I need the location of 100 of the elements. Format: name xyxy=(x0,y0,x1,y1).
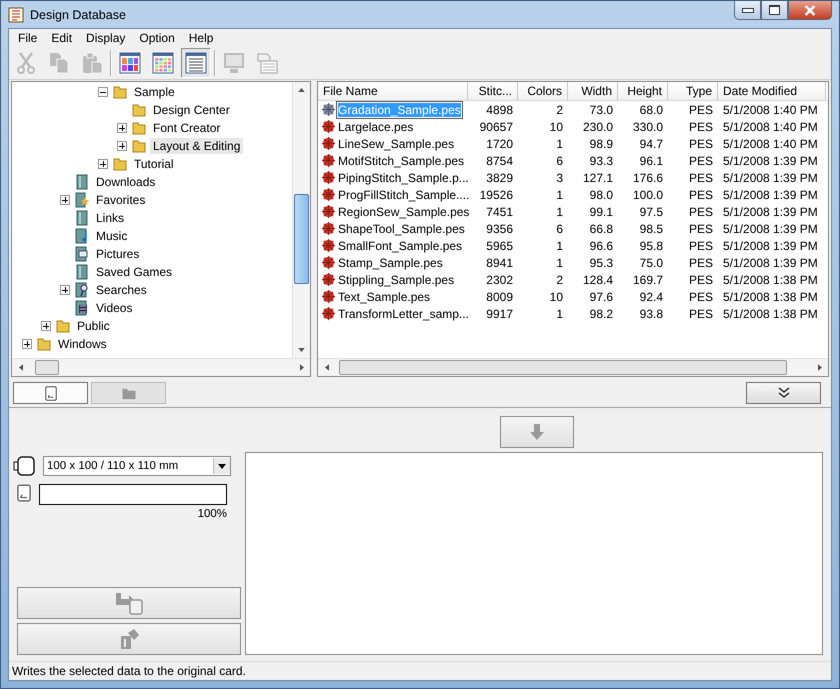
table-cell-text: 95.8 xyxy=(638,238,664,252)
file-name[interactable]: Stippling_Sample.pes xyxy=(338,272,454,286)
tree-item[interactable]: Favorites xyxy=(93,192,148,208)
horizontal-scrollbar[interactable] xyxy=(318,358,828,376)
horizontal-scrollbar[interactable] xyxy=(12,358,310,376)
table-cell-text: 19526 xyxy=(478,188,514,202)
menu-item[interactable]: Option xyxy=(132,31,182,45)
table-cell-text: 90657 xyxy=(478,120,514,134)
table-cell-text: 1 xyxy=(555,136,564,150)
scrollbar-thumb[interactable] xyxy=(35,360,59,375)
expand-icon[interactable] xyxy=(98,159,108,169)
table-cell-text: 2 xyxy=(555,102,564,116)
embroidery-file-icon xyxy=(321,238,336,253)
file-name[interactable]: Text_Sample.pes xyxy=(338,290,430,304)
tree-item[interactable]: Font Creator xyxy=(150,120,224,136)
file-name[interactable]: MotifStitch_Sample.pes xyxy=(338,154,464,168)
tree-item[interactable]: Design Center xyxy=(150,102,233,118)
table-cell-text: 2302 xyxy=(485,272,514,286)
column-header[interactable]: Date Modified xyxy=(718,82,826,100)
tree-item[interactable]: Pictures xyxy=(93,246,142,262)
expand-icon[interactable] xyxy=(60,285,70,295)
table-cell-text: 1 xyxy=(555,188,564,202)
paste-icon xyxy=(80,51,104,75)
file-name[interactable]: ShapeTool_Sample.pes xyxy=(338,222,465,236)
file-name[interactable]: RegionSew_Sample.pes xyxy=(338,204,470,218)
menu-item[interactable]: Help xyxy=(182,31,220,45)
folder-icon xyxy=(131,120,147,136)
expand-icon[interactable] xyxy=(60,195,70,205)
file-name[interactable]: TransformLetter_samp... xyxy=(338,306,469,320)
search-folder-icon xyxy=(74,282,90,298)
tree-item[interactable]: Searches xyxy=(93,282,150,298)
table-cell-text: PES xyxy=(688,222,714,236)
expand-icon[interactable] xyxy=(117,141,127,151)
table-cell-text: 5/1/2008 1:39 PM xyxy=(722,188,819,202)
tree-item[interactable]: Tutorial xyxy=(131,156,177,172)
table-cell-text: PES xyxy=(688,256,714,270)
table-cell-text: 1 xyxy=(555,306,564,320)
embroidery-file-icon xyxy=(321,170,336,185)
tree-item[interactable]: Saved Games xyxy=(93,264,176,280)
folder-icon xyxy=(112,84,128,100)
file-name[interactable]: Stamp_Sample.pes xyxy=(338,256,443,270)
tree-item[interactable]: Layout & Editing xyxy=(150,138,244,154)
folder-icon xyxy=(36,336,52,352)
table-cell-text: 75.0 xyxy=(638,256,664,270)
tree-item[interactable]: Sample xyxy=(131,84,178,100)
table-cell-text: 330.0 xyxy=(632,120,664,134)
table-cell-text: 176.6 xyxy=(632,170,664,184)
maximize-button[interactable] xyxy=(761,1,788,20)
column-header[interactable]: File Name xyxy=(318,82,468,100)
file-name[interactable]: Largelace.pes xyxy=(338,120,414,134)
toolbar-button[interactable] xyxy=(181,48,211,78)
tree-item[interactable]: Public xyxy=(74,318,113,334)
table-cell-text: 1 xyxy=(555,256,564,270)
minimize-button[interactable] xyxy=(734,1,761,20)
file-name[interactable]: SmallFont_Sample.pes xyxy=(338,238,462,252)
file-name[interactable]: PipingStitch_Sample.p... xyxy=(338,170,469,184)
collapse-icon[interactable] xyxy=(98,87,108,97)
details-view-icon xyxy=(184,51,208,75)
file-name[interactable]: ProgFillStitch_Sample.... xyxy=(338,188,470,202)
star-folder-icon xyxy=(74,192,90,208)
tree-item[interactable]: Windows xyxy=(55,336,110,352)
monitor-icon xyxy=(222,51,246,75)
menu-item[interactable]: Edit xyxy=(44,31,80,45)
column-header[interactable]: Height xyxy=(618,82,668,100)
expand-icon[interactable] xyxy=(41,321,51,331)
table-cell-text: 5/1/2008 1:39 PM xyxy=(722,154,819,168)
embroidery-file-icon xyxy=(321,306,336,321)
column-header[interactable]: Width xyxy=(568,82,618,100)
expand-icon[interactable] xyxy=(22,339,32,349)
expand-button[interactable] xyxy=(746,382,821,404)
tree-item[interactable]: Videos xyxy=(93,300,136,316)
file-name[interactable]: LineSew_Sample.pes xyxy=(338,136,454,150)
table-cell-text: 96.1 xyxy=(638,154,664,168)
table-cell-text: 5/1/2008 1:39 PM xyxy=(722,204,819,218)
vertical-scrollbar[interactable] xyxy=(292,82,310,358)
close-button[interactable] xyxy=(788,1,832,20)
scrollbar-thumb[interactable] xyxy=(339,360,787,375)
scrollbar-thumb[interactable] xyxy=(294,194,309,284)
scroll-down-icon xyxy=(298,348,305,352)
menu-item[interactable]: File xyxy=(11,31,44,45)
card-tab[interactable] xyxy=(13,382,88,404)
tree-item[interactable]: Music xyxy=(93,228,130,244)
column-header[interactable]: Type xyxy=(668,82,718,100)
table-cell-text: 5/1/2008 1:39 PM xyxy=(722,256,819,270)
table-cell-text: 3829 xyxy=(485,170,514,184)
expand-icon[interactable] xyxy=(117,123,127,133)
menu-item[interactable]: Display xyxy=(79,31,132,45)
music-folder-icon xyxy=(74,228,90,244)
tree-item[interactable]: Downloads xyxy=(93,174,158,190)
table-cell-text: 1 xyxy=(555,238,564,252)
hoop-size-dropdown[interactable]: 100 x 100 / 110 x 110 mm xyxy=(43,456,231,476)
table-cell-text: PES xyxy=(688,306,714,320)
tree-item[interactable]: Links xyxy=(93,210,128,226)
column-header[interactable]: Stitc... xyxy=(468,82,518,100)
folder-icon xyxy=(55,318,71,334)
table-cell-text: 127.1 xyxy=(582,170,614,184)
table-cell-text: 93.8 xyxy=(638,306,664,320)
column-header[interactable]: Colors xyxy=(518,82,568,100)
table-cell-text: 5965 xyxy=(485,238,514,252)
table-cell-text: 73.0 xyxy=(588,102,614,116)
